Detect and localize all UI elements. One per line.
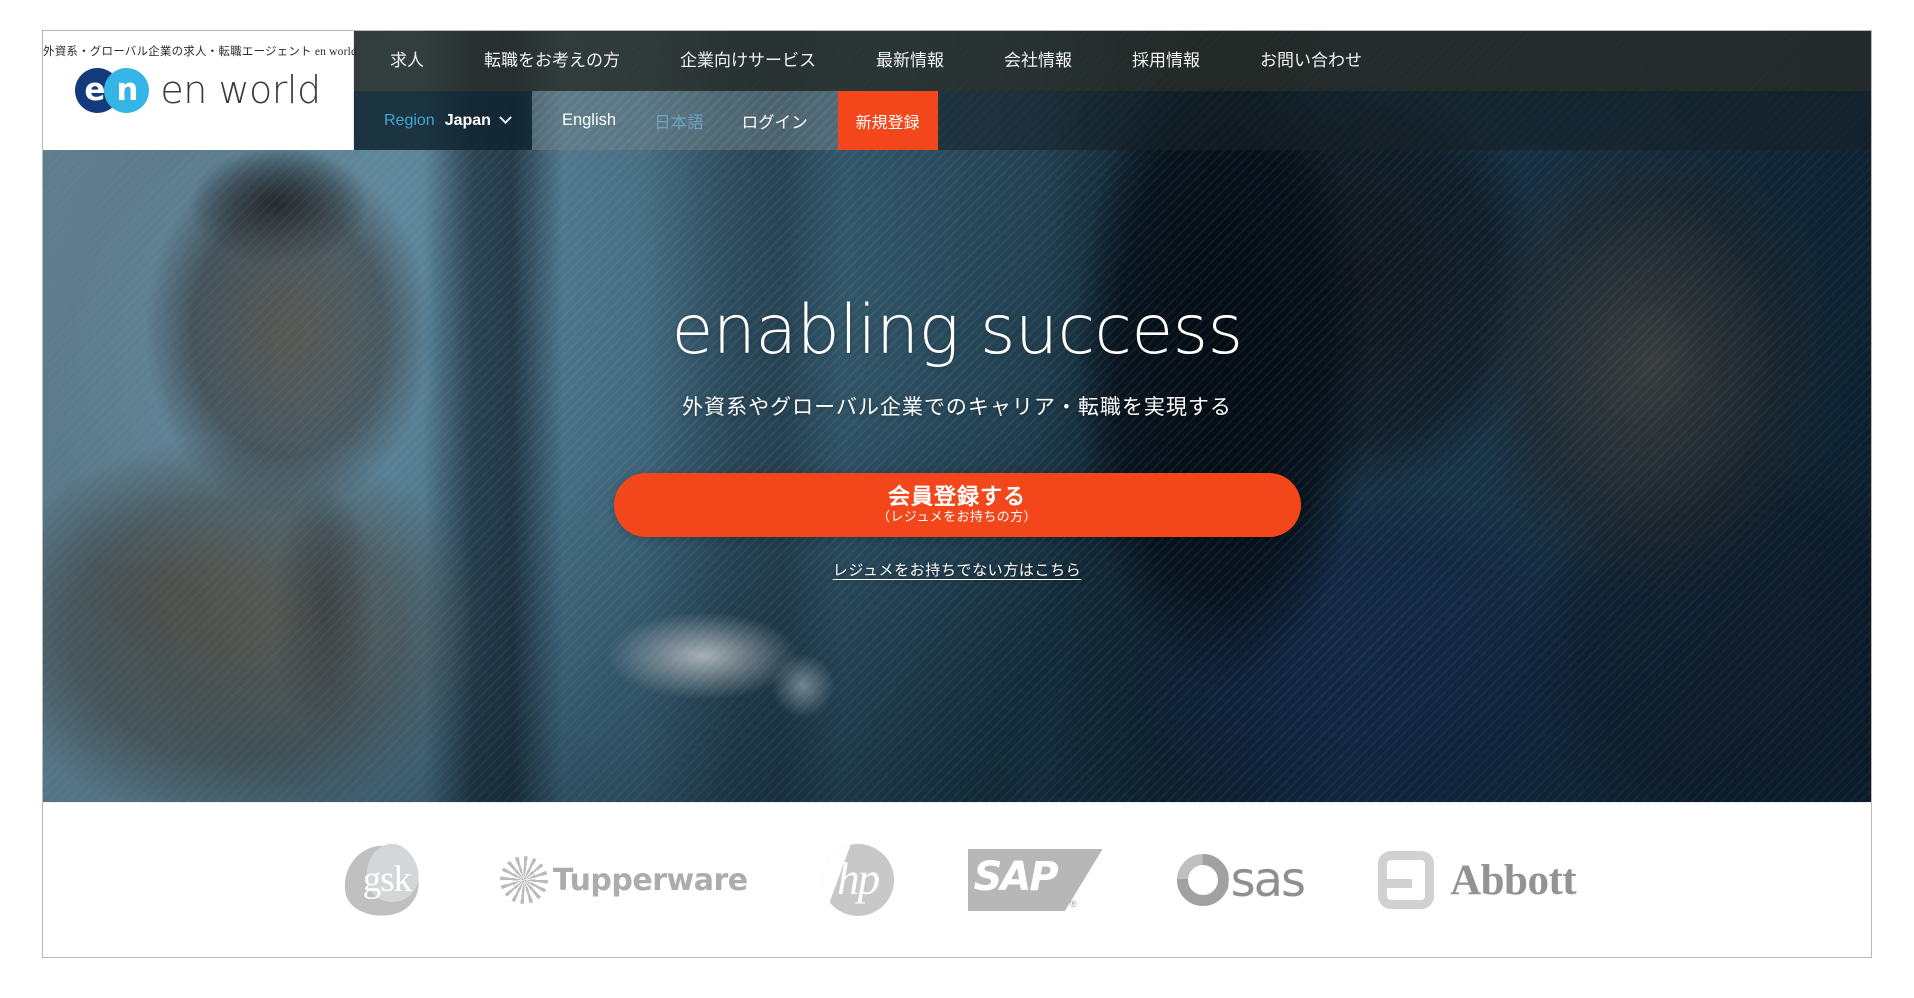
login-link[interactable]: ログイン: [728, 109, 822, 133]
utility-navigation: Region Japan English 日本語 ログイン 新規登録: [354, 91, 1871, 150]
client-logo-tupperware: Tupperware: [499, 840, 748, 920]
signup-button[interactable]: 新規登録: [837, 91, 938, 150]
nav-item-recruit[interactable]: 採用情報: [1102, 31, 1230, 91]
abbott-label: Abbott: [1450, 856, 1577, 904]
brand-wordmark: en world: [160, 68, 321, 112]
hp-label: hp: [837, 854, 880, 904]
brand-tagline: 外資系・グローバル企業の求人・転職エージェント en world: [43, 46, 357, 58]
primary-navigation: 求人 転職をお考えの方 企業向けサービス 最新情報 会社情報 採用情報 お問い合…: [354, 31, 1871, 91]
nav-item-career-changers[interactable]: 転職をお考えの方: [454, 31, 650, 91]
nav-item-contact[interactable]: お問い合わせ: [1230, 31, 1392, 91]
register-cta-button[interactable]: 会員登録する （レジュメをお持ちの方）: [613, 473, 1301, 537]
sap-icon: SAP ®: [967, 849, 1103, 911]
no-resume-link[interactable]: レジュメをお持ちでない方はこちら: [833, 559, 1082, 580]
tupperware-label: Tupperware: [552, 862, 748, 898]
logo-letter-e: e: [84, 72, 106, 108]
en-world-logo-icon: e n: [75, 68, 150, 113]
sap-registered-mark: ®: [1069, 899, 1077, 909]
hero-headline: enabling success: [671, 291, 1243, 370]
page-frame: 外資系・グローバル企業の求人・転職エージェント en world e n en …: [42, 30, 1872, 958]
screenshot-viewport: 外資系・グローバル企業の求人・転職エージェント en world e n en …: [0, 0, 1914, 998]
utility-nav-filler: [937, 91, 1871, 150]
sas-icon: [1177, 854, 1229, 906]
nav-item-jobs[interactable]: 求人: [354, 31, 454, 91]
gsk-label: gsk: [362, 859, 412, 900]
sas-lockup: sas: [1177, 852, 1306, 908]
client-logo-hp: hp: [821, 840, 894, 920]
nav-item-corporate-services[interactable]: 企業向けサービス: [650, 31, 846, 91]
tupperware-icon: [499, 856, 548, 904]
brand-logo-panel[interactable]: 外資系・グローバル企業の求人・転職エージェント en world e n en …: [43, 31, 357, 150]
abbott-lockup: Abbott: [1378, 851, 1577, 909]
region-value: Japan: [444, 111, 491, 129]
register-cta-sublabel: （レジュメをお持ちの方）: [877, 509, 1037, 525]
hp-icon: hp: [821, 844, 894, 916]
nav-item-latest-news[interactable]: 最新情報: [846, 31, 974, 91]
language-japanese[interactable]: 日本語: [640, 109, 718, 133]
client-logo-gsk: gsk: [338, 838, 426, 922]
client-logo-sap: SAP ®: [967, 840, 1103, 920]
sas-label: sas: [1230, 852, 1306, 908]
register-cta-label: 会員登録する: [887, 483, 1026, 509]
nav-item-company-info[interactable]: 会社情報: [974, 31, 1102, 91]
hero-subheadline: 外資系やグローバル企業でのキャリア・転職を実現する: [682, 396, 1232, 419]
gsk-icon: gsk: [338, 838, 426, 922]
chevron-down-icon: [499, 111, 512, 125]
abbott-icon: [1378, 851, 1435, 909]
sap-label: SAP: [973, 854, 1059, 900]
brand-logo[interactable]: e n en world: [43, 68, 353, 113]
logo-letter-n: n: [116, 72, 139, 108]
client-logo-strip: gsk Tupperware hp SAP ® sas Abbott: [43, 802, 1871, 957]
client-logo-abbott: Abbott: [1378, 840, 1577, 920]
language-english[interactable]: English: [548, 111, 630, 130]
tupperware-lockup: Tupperware: [499, 856, 748, 904]
hero-content: enabling success 外資系やグローバル企業でのキャリア・転職を実現…: [43, 150, 1871, 802]
region-label: Region: [384, 111, 435, 129]
region-selector[interactable]: Region Japan: [354, 91, 532, 150]
client-logo-sas: sas: [1177, 840, 1306, 920]
language-switcher: English 日本語 ログイン: [531, 91, 838, 150]
